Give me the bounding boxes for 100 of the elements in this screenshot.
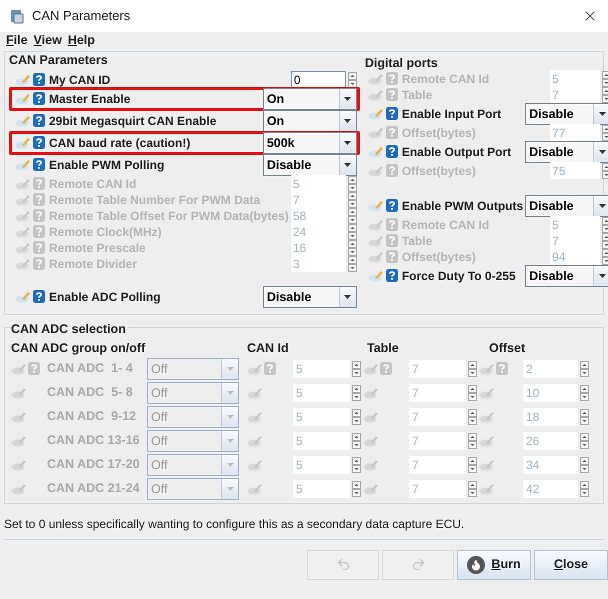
dropdown[interactable]: Disable bbox=[525, 264, 608, 287]
dropdown[interactable]: Disable bbox=[525, 194, 608, 217]
help-icon[interactable] bbox=[386, 269, 398, 282]
spinner-arrows-icon[interactable] bbox=[352, 432, 361, 448]
spinner-arrows-icon[interactable] bbox=[468, 432, 477, 448]
number-field[interactable]: 7 bbox=[409, 456, 466, 474]
number-field[interactable]: 3 bbox=[290, 255, 346, 272]
dropdown[interactable]: Disable bbox=[525, 102, 608, 125]
group-label: CAN ADC 13-16 bbox=[47, 432, 141, 450]
spinner-arrows-icon[interactable] bbox=[348, 208, 357, 224]
number-field[interactable]: 5 bbox=[293, 432, 350, 450]
number-field[interactable]: 10 bbox=[523, 384, 578, 402]
pencil-icon bbox=[363, 410, 379, 423]
number-field[interactable]: 18 bbox=[523, 408, 578, 426]
number-field[interactable]: 7 bbox=[290, 191, 346, 208]
menu-item[interactable]: Help bbox=[68, 31, 95, 50]
number-field[interactable]: 77 bbox=[550, 124, 600, 142]
spinner-arrows-icon[interactable] bbox=[352, 480, 361, 496]
number-field[interactable]: 7 bbox=[409, 384, 466, 402]
spinner-arrows-icon[interactable] bbox=[468, 384, 477, 400]
spinner-arrows-icon[interactable] bbox=[352, 384, 361, 400]
spinner-arrows-icon[interactable] bbox=[468, 360, 477, 376]
spinner-arrows-icon[interactable] bbox=[352, 408, 361, 424]
number-field[interactable]: 5 bbox=[293, 360, 350, 378]
number-field[interactable]: 5 bbox=[293, 384, 350, 402]
number-field[interactable]: 5 bbox=[550, 70, 600, 88]
spinner-arrows-icon[interactable] bbox=[468, 456, 477, 472]
spinner-arrows-icon[interactable] bbox=[580, 456, 589, 472]
number-field[interactable]: 16 bbox=[290, 239, 346, 256]
dropdown[interactable]: Disable bbox=[262, 154, 357, 176]
spinner-arrows-icon[interactable] bbox=[348, 256, 357, 272]
spinner-arrows-icon[interactable] bbox=[580, 432, 589, 448]
number-field[interactable]: 7 bbox=[409, 480, 466, 498]
spinner-arrows-icon[interactable] bbox=[580, 480, 589, 496]
spinner-arrows-icon[interactable] bbox=[348, 176, 357, 192]
spinner-arrows-icon[interactable] bbox=[352, 360, 361, 376]
spinner-arrows-icon[interactable] bbox=[468, 480, 477, 496]
dropdown[interactable]: Disable bbox=[525, 140, 608, 163]
dropdown[interactable]: Off bbox=[147, 454, 239, 476]
number-field[interactable]: 7 bbox=[409, 360, 466, 378]
number-field[interactable]: 2 bbox=[523, 360, 578, 378]
number-field[interactable]: 5 bbox=[293, 408, 350, 426]
spinner-arrows-icon[interactable] bbox=[348, 72, 357, 88]
number-field[interactable]: 34 bbox=[523, 456, 578, 474]
menu-item[interactable]: View bbox=[34, 31, 62, 50]
help-icon[interactable] bbox=[33, 92, 45, 106]
number-field[interactable]: 7 bbox=[409, 432, 466, 450]
number-field[interactable]: 94 bbox=[550, 248, 600, 266]
spinner-arrows-icon[interactable] bbox=[580, 360, 589, 376]
number-field[interactable]: 42 bbox=[523, 480, 578, 498]
spinner-arrows-icon[interactable] bbox=[348, 224, 357, 240]
help-icon[interactable] bbox=[33, 114, 45, 128]
dropdown[interactable]: Off bbox=[147, 358, 239, 380]
number-field[interactable]: 26 bbox=[523, 432, 578, 450]
pencil-icon bbox=[247, 482, 263, 495]
pencil-icon bbox=[368, 88, 384, 102]
number-field[interactable]: 7 bbox=[550, 232, 600, 250]
number-field[interactable]: 58 bbox=[290, 207, 346, 224]
spinner-arrows-icon[interactable] bbox=[348, 240, 357, 256]
help-icon[interactable] bbox=[386, 199, 398, 212]
setting-label: Enable Input Port bbox=[402, 106, 502, 123]
dropdown[interactable]: Off bbox=[147, 430, 239, 452]
number-field[interactable]: 75 bbox=[550, 162, 600, 180]
dropdown[interactable]: Off bbox=[147, 382, 239, 404]
number-field[interactable]: 7 bbox=[409, 408, 466, 426]
help-icon[interactable] bbox=[386, 145, 398, 158]
help-icon[interactable] bbox=[33, 158, 45, 172]
dropdown[interactable]: 500k bbox=[262, 132, 357, 154]
number-field[interactable]: 5 bbox=[550, 216, 600, 234]
dropdown[interactable]: Disable bbox=[262, 286, 357, 308]
spinner-arrows-icon[interactable] bbox=[468, 408, 477, 424]
close-button[interactable]: Close bbox=[534, 550, 608, 580]
number-field[interactable]: 5 bbox=[293, 456, 350, 474]
number-field[interactable]: 0 bbox=[290, 71, 346, 88]
burn-button[interactable]: Burn bbox=[457, 550, 531, 580]
pencil-icon bbox=[479, 482, 495, 495]
caret-icon bbox=[598, 150, 606, 154]
number-field[interactable]: 5 bbox=[293, 480, 350, 498]
dropdown[interactable]: Off bbox=[147, 478, 239, 500]
number-field[interactable]: 5 bbox=[290, 175, 346, 192]
pencil-icon bbox=[368, 234, 384, 248]
spinner-arrows-icon[interactable] bbox=[348, 192, 357, 208]
dropdown[interactable]: Off bbox=[147, 406, 239, 428]
dropdown[interactable]: On bbox=[262, 88, 357, 110]
spinner-arrows-icon[interactable] bbox=[580, 384, 589, 400]
number-field[interactable]: 7 bbox=[550, 86, 600, 104]
spinner-arrows-icon[interactable] bbox=[352, 456, 361, 472]
help-icon[interactable] bbox=[386, 107, 398, 120]
spinner-arrows-icon[interactable] bbox=[580, 408, 589, 424]
menu-item[interactable]: File bbox=[6, 31, 28, 50]
pencil-icon bbox=[479, 410, 495, 423]
caret-icon bbox=[344, 118, 352, 123]
setting-label: Remote CAN Id bbox=[402, 70, 490, 88]
help-icon[interactable] bbox=[33, 136, 45, 150]
number-field[interactable]: 24 bbox=[290, 223, 346, 240]
setting-label: Remote CAN Id bbox=[49, 176, 138, 193]
flame-icon bbox=[467, 556, 486, 574]
help-icon[interactable] bbox=[33, 290, 45, 304]
dropdown[interactable]: On bbox=[262, 110, 357, 132]
help-icon[interactable] bbox=[33, 73, 45, 86]
